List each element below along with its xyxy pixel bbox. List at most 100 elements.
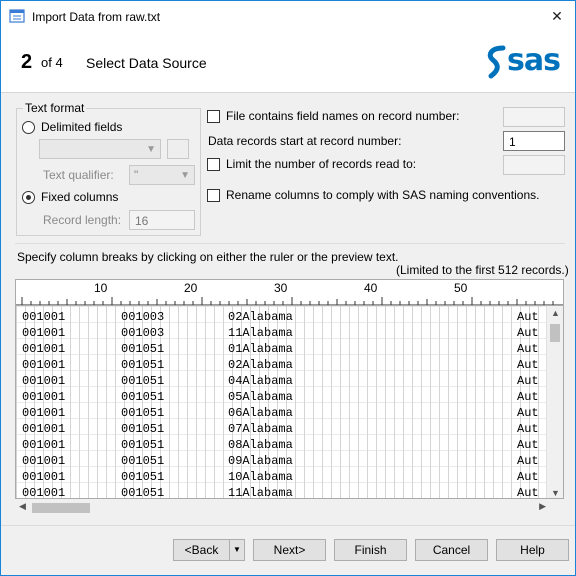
import-dialog: Import Data from raw.txt ✕ 2 of 4 Select… — [0, 0, 576, 576]
divider — [15, 243, 565, 244]
preview-cell: 01Alabama — [228, 342, 293, 356]
preview-cell: Aut — [517, 358, 539, 372]
preview-cell: 05Alabama — [228, 390, 293, 404]
preview-cell: 001001 — [22, 390, 66, 404]
close-icon[interactable]: ✕ — [547, 7, 567, 25]
preview-limit-note: (Limited to the first 512 records.) — [396, 263, 569, 277]
preview-row[interactable]: 001001 001051 04Alabama Aut — [20, 373, 546, 389]
preview-cell: 001001 — [22, 406, 66, 420]
preview-cell: 001001 — [22, 342, 66, 356]
preview-cell: Aut — [517, 406, 539, 420]
preview-instructions: Specify column breaks by clicking on eit… — [17, 250, 399, 264]
preview-cell: 001051 — [121, 422, 165, 436]
preview-row[interactable]: 001001 001051 05Alabama Aut — [20, 389, 546, 405]
preview-text[interactable]: 001001 001003 02Alabama Aut 001001 001003 11Al… — [15, 305, 564, 499]
text-qualifier-select[interactable]: " ▼ — [129, 165, 195, 185]
delimiter-other-input[interactable] — [167, 139, 189, 159]
preview-cell: 001001 — [22, 454, 66, 468]
preview-row[interactable]: 001001 001051 02Alabama Aut — [20, 357, 546, 373]
preview-cell: 08Alabama — [228, 438, 293, 452]
help-button[interactable]: Help — [496, 539, 569, 561]
vertical-scrollbar[interactable]: ▲ ▼ — [546, 306, 563, 498]
preview-row[interactable]: 001001 001051 07Alabama Aut — [20, 421, 546, 437]
record-length-label: Record length: — [43, 213, 122, 227]
limit-records-input[interactable] — [503, 155, 565, 175]
preview-row[interactable]: 001001 001051 09Alabama Aut — [20, 453, 546, 469]
preview-cell: 001051 — [121, 486, 165, 499]
preview-row[interactable]: 001001 001003 11Alabama Aut — [20, 325, 546, 341]
preview-cell: 001001 — [22, 470, 66, 484]
data-start-value: 1 — [509, 135, 516, 149]
preview-cell: 001051 — [121, 358, 165, 372]
preview-cell: 001001 — [22, 326, 66, 340]
record-length-value: 16 — [135, 214, 149, 228]
field-names-record-input[interactable] — [503, 107, 565, 127]
delimiter-select[interactable]: ▼ — [39, 139, 161, 159]
preview-cell: 001051 — [121, 438, 165, 452]
footer-divider — [1, 525, 575, 526]
back-dropdown-icon[interactable]: ▼ — [229, 539, 245, 561]
data-start-label: Data records start at record number: — [208, 134, 402, 148]
wizard-header: 2 of 4 Select Data Source sas — [1, 31, 575, 93]
column-ruler[interactable]: 10 20 30 40 50 — [15, 279, 564, 306]
scroll-right-icon[interactable]: ▶ — [539, 501, 546, 512]
title-bar: Import Data from raw.txt ✕ — [1, 1, 575, 31]
limit-records-label: Limit the number of records read to: — [226, 157, 417, 171]
preview-cell: 001001 — [22, 310, 66, 324]
finish-button[interactable]: Finish — [334, 539, 407, 561]
ruler-label-30: 30 — [274, 281, 288, 295]
preview-cell: 001003 — [121, 310, 165, 324]
next-button[interactable]: Next> — [253, 539, 326, 561]
vertical-scroll-thumb[interactable] — [550, 324, 560, 342]
cancel-button[interactable]: Cancel — [415, 539, 488, 561]
scroll-left-icon[interactable]: ◀ — [19, 501, 26, 512]
data-start-input[interactable]: 1 — [503, 131, 565, 151]
scroll-up-icon[interactable]: ▲ — [551, 308, 560, 318]
preview-rows[interactable]: 001001 001003 02Alabama Aut 001001 001003 11Al… — [20, 309, 546, 499]
horizontal-scroll-thumb[interactable] — [32, 503, 90, 513]
back-button[interactable]: <Back — [173, 539, 230, 561]
window-title: Import Data from raw.txt — [32, 10, 161, 24]
horizontal-scrollbar[interactable]: ◀ ▶ — [15, 499, 564, 516]
sas-logo-text: sas — [507, 43, 561, 78]
preview-cell: 11Alabama — [228, 326, 293, 340]
preview-row[interactable]: 001001 001051 10Alabama Aut — [20, 469, 546, 485]
field-names-label: File contains field names on record numb… — [226, 109, 460, 123]
preview-row[interactable]: 001001 001051 11Alabama Aut — [20, 485, 546, 499]
preview-row[interactable]: 001001 001051 01Alabama Aut — [20, 341, 546, 357]
preview-cell: 001003 — [121, 326, 165, 340]
fixed-columns-label: Fixed columns — [41, 190, 119, 204]
preview-cell: Aut — [517, 342, 539, 356]
preview-cell: 04Alabama — [228, 374, 293, 388]
record-length-input[interactable]: 16 — [129, 210, 195, 230]
chevron-down-icon: ▼ — [180, 170, 190, 181]
preview-cell: 001001 — [22, 374, 66, 388]
preview-cell: 001001 — [22, 438, 66, 452]
fixed-columns-radio[interactable] — [22, 191, 35, 204]
preview-cell: 02Alabama — [228, 358, 293, 372]
preview-row[interactable]: 001001 001003 02Alabama Aut — [20, 309, 546, 325]
preview-cell: 07Alabama — [228, 422, 293, 436]
ruler-label-40: 40 — [364, 281, 378, 295]
ruler-label-10: 10 — [94, 281, 108, 295]
document-icon — [9, 9, 25, 23]
scroll-down-icon[interactable]: ▼ — [551, 488, 560, 498]
preview-cell: Aut — [517, 486, 539, 499]
field-names-checkbox[interactable] — [207, 110, 220, 123]
ruler-label-50: 50 — [454, 281, 468, 295]
preview-cell: 001051 — [121, 374, 165, 388]
preview-row[interactable]: 001001 001051 06Alabama Aut — [20, 405, 546, 421]
step-count: of 4 — [41, 55, 63, 70]
preview-cell: Aut — [517, 390, 539, 404]
rename-columns-checkbox[interactable] — [207, 189, 220, 202]
preview-row[interactable]: 001001 001051 08Alabama Aut — [20, 437, 546, 453]
limit-records-checkbox[interactable] — [207, 158, 220, 171]
preview-cell: Aut — [517, 310, 539, 324]
text-qualifier-label: Text qualifier: — [43, 168, 114, 182]
delimited-fields-radio[interactable] — [22, 121, 35, 134]
text-format-legend: Text format — [23, 101, 87, 115]
sas-logo: sas — [485, 43, 567, 79]
preview-cell: 001051 — [121, 390, 165, 404]
preview-cell: Aut — [517, 438, 539, 452]
preview-cell: 001001 — [22, 422, 66, 436]
